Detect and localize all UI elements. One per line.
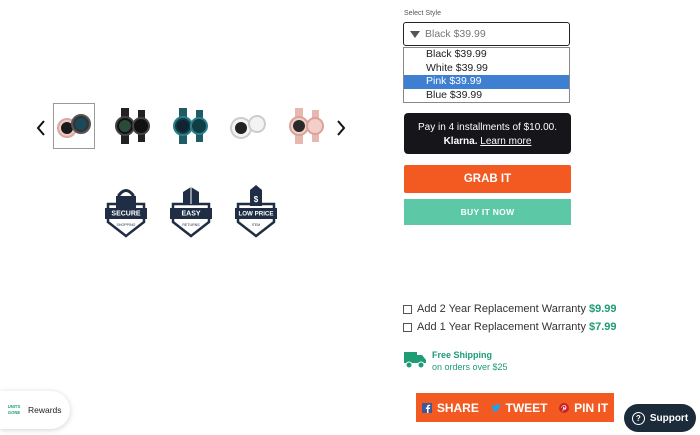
style-option-white[interactable]: White $39.99: [404, 62, 569, 76]
warranty-1yr-price: $7.99: [588, 321, 617, 333]
svg-text:UNITS: UNITS: [8, 404, 21, 409]
chevron-right-icon: [337, 120, 346, 136]
thumbnail-next-arrow[interactable]: [334, 118, 348, 138]
pinterest-icon: [559, 402, 570, 413]
thumbnail-3[interactable]: [169, 103, 211, 149]
style-option-blue[interactable]: Blue $39.99: [404, 89, 569, 103]
badge-line2: SHOPPING: [117, 223, 136, 227]
free-shipping-info: Free Shipping on orders over $25: [432, 349, 508, 373]
style-select[interactable]: Black $39.99: [403, 22, 570, 46]
pinterest-pin-label: PIN IT: [574, 400, 609, 415]
klarna-installments-box: Pay in 4 installments of $10.00. Klarna.…: [404, 113, 571, 154]
warranty-option-2yr[interactable]: Add 2 Year Replacement Warranty $9.99: [403, 303, 617, 315]
thumbnail-list: [53, 103, 327, 149]
badge-line2: RETURNS: [182, 223, 200, 227]
klarna-installment-text: Pay in 4 installments of $10.00.: [418, 122, 557, 133]
style-option-black[interactable]: Black $39.99: [404, 48, 569, 62]
warranty-option-1yr[interactable]: Add 1 Year Replacement Warranty $7.99: [403, 321, 617, 333]
badge-line2: ITEM: [252, 223, 261, 227]
svg-text:$: $: [254, 195, 259, 204]
warranty-1yr-label: Add 1 Year Replacement Warranty: [417, 321, 586, 333]
low-price-badge: $ LOW PRICE ITEM: [234, 182, 278, 238]
warranty-2yr-checkbox[interactable]: [403, 304, 412, 314]
rewards-logo-icon: UNITS GONE: [8, 404, 21, 415]
twitter-tweet-label: TWEET: [505, 400, 548, 415]
easy-returns-badge: EASY RETURNS: [169, 182, 213, 238]
grab-it-button[interactable]: GRAB IT: [404, 165, 571, 193]
twitter-icon: [490, 403, 501, 412]
secure-shopping-badge: SECURE SHOPPING: [104, 182, 148, 238]
lock-icon: SECURE SHOPPING: [105, 189, 147, 238]
rewards-label: Rewards: [28, 405, 62, 415]
warranty-2yr-price: $9.99: [588, 303, 617, 315]
twitter-tweet-button[interactable]: TWEET: [490, 400, 548, 415]
facebook-share-label: SHARE: [436, 400, 479, 415]
watch-pink-black-icon: [57, 114, 91, 138]
facebook-icon: [421, 402, 432, 413]
caret-down-icon: [410, 30, 420, 38]
badge-line1: LOW PRICE: [238, 211, 273, 218]
warranty-1yr-checkbox[interactable]: [403, 322, 412, 332]
thumbnail-prev-arrow[interactable]: [34, 118, 48, 138]
rewards-widget[interactable]: UNITS GONE Rewards: [0, 391, 70, 429]
thumbnail-2[interactable]: [111, 103, 153, 149]
warranty-2yr-label: Add 2 Year Replacement Warranty: [417, 303, 586, 315]
facebook-share-button[interactable]: SHARE: [421, 400, 479, 415]
style-select-value: Black $39.99: [425, 28, 486, 40]
share-bar: SHARE TWEET PIN IT: [416, 393, 614, 422]
thumbnail-4[interactable]: [227, 103, 269, 149]
style-dropdown-list: Black $39.99 White $39.99 Pink $39.99 Bl…: [403, 47, 570, 103]
price-tag-icon: $ LOW PRICE ITEM: [235, 185, 277, 238]
klarna-logo: Klarna.: [443, 136, 478, 147]
buy-it-now-button[interactable]: BUY IT NOW: [404, 199, 571, 225]
klarna-brand-line: Klarna. Learn more: [404, 136, 571, 147]
question-circle-icon: ?: [631, 411, 645, 425]
pinterest-pin-button[interactable]: PIN IT: [559, 401, 608, 415]
badge-line1: SECURE: [111, 211, 141, 218]
thumbnail-5[interactable]: [285, 103, 327, 149]
support-label: Support: [649, 412, 689, 424]
watch-teal-icon: [173, 108, 208, 144]
free-shipping-subtitle: on orders over $25: [432, 362, 508, 372]
chevron-left-icon: [36, 120, 45, 136]
free-shipping-title: Free Shipping: [432, 350, 493, 360]
watch-white-icon: [230, 115, 266, 139]
support-button[interactable]: ? Support: [624, 404, 696, 432]
svg-text:GONE: GONE: [8, 410, 21, 415]
truck-icon: [404, 352, 426, 369]
klarna-learn-more-link[interactable]: Learn more: [480, 136, 531, 147]
badge-line1: EASY: [181, 211, 200, 218]
style-option-pink[interactable]: Pink $39.99: [404, 75, 569, 89]
select-style-label: Select Style: [404, 10, 441, 17]
thumbnail-1[interactable]: [53, 103, 95, 149]
trust-badges: SECURE SHOPPING EASY RETURNS $ LOW PRICE…: [104, 182, 278, 238]
box-icon: EASY RETURNS: [170, 187, 212, 238]
watch-black-icon: [115, 108, 150, 144]
watch-pink-icon: [289, 108, 324, 144]
